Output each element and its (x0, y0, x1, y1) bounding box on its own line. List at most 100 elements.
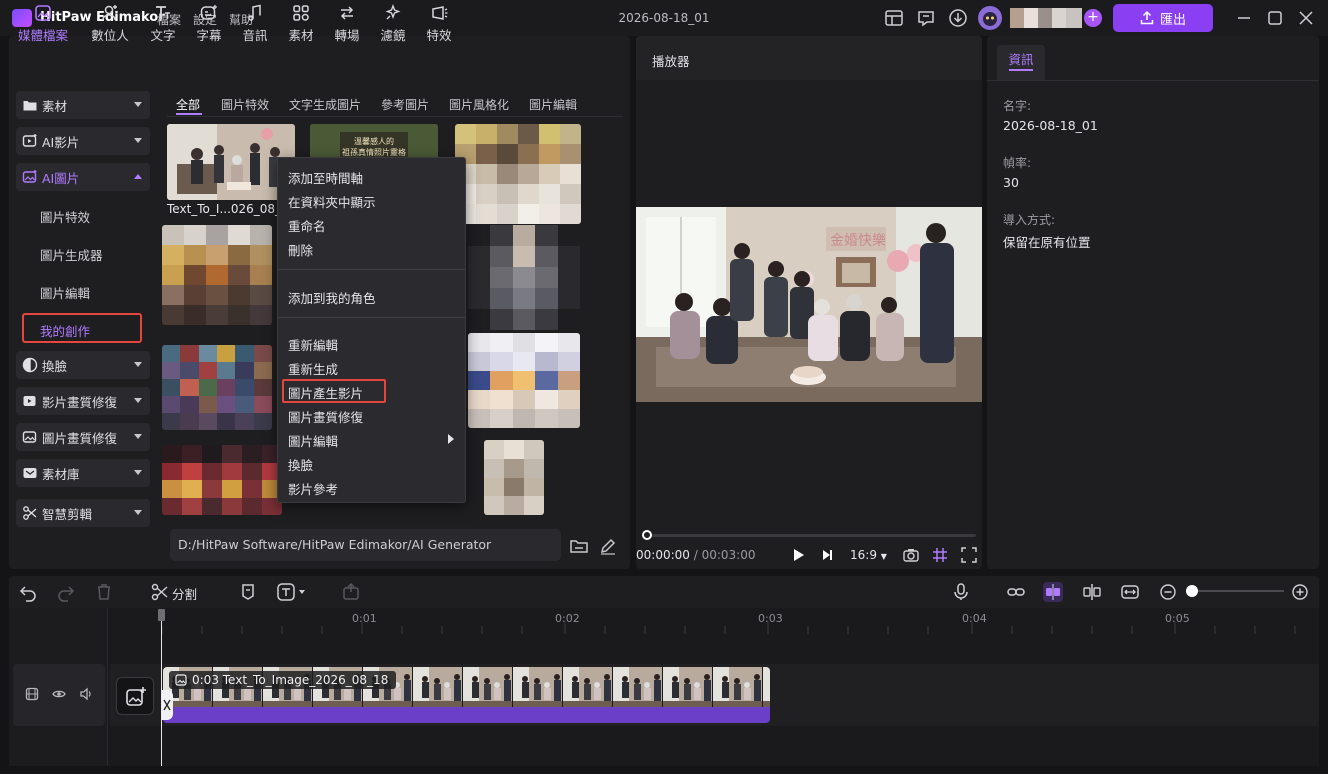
playback-progress-track[interactable] (646, 534, 976, 537)
ctx-image-to-video[interactable]: 圖片產生影片 (288, 383, 363, 402)
mosaic-cell (162, 345, 181, 362)
tab-all[interactable]: 全部 (176, 96, 200, 113)
tab-text-to-image[interactable]: 文字生成圖片 (289, 96, 361, 113)
media-thumbnail-blurred[interactable] (468, 333, 580, 428)
clip-trim-handle[interactable] (161, 690, 173, 720)
sidebar-sub-image-effects[interactable]: 圖片特效 (40, 207, 90, 226)
minimize-icon[interactable] (1234, 8, 1254, 28)
sidebar-item-materials[interactable]: 素材 (16, 91, 150, 119)
sidebar-item-image-enhance[interactable]: 圖片畫質修復 (16, 423, 150, 451)
zoom-in-icon[interactable] (1290, 582, 1310, 602)
microphone-icon[interactable] (951, 582, 971, 602)
timeline-clip[interactable]: 0:03 Text_To_Image_2026_08_18 (163, 667, 770, 723)
grid-icon[interactable] (931, 546, 949, 564)
sidebar-item-ai-image[interactable]: AI圖片 (16, 163, 150, 191)
media-thumbnail-blurred[interactable] (484, 440, 544, 515)
sidebar-item-video-enhance[interactable]: 影片畫質修復 (16, 387, 150, 415)
mosaic-cell (484, 477, 504, 497)
marker-icon[interactable] (238, 582, 258, 602)
ctx-add-to-timeline[interactable]: 添加至時間軸 (288, 168, 363, 187)
active-tab-indicator (176, 113, 202, 115)
tab-info[interactable]: 資訊 (997, 45, 1045, 81)
tab-image-effects[interactable]: 圖片特效 (221, 96, 269, 113)
export-clip-icon[interactable] (341, 582, 361, 602)
ctx-re-edit[interactable]: 重新編輯 (288, 335, 338, 354)
media-thumbnail-blurred[interactable] (162, 225, 272, 325)
add-media-button[interactable] (116, 677, 154, 715)
mosaic-cell (250, 265, 272, 285)
zoom-slider-track[interactable] (1186, 590, 1284, 592)
playback-progress-knob[interactable] (642, 530, 652, 540)
tool-assets[interactable]: 素材 (275, 4, 327, 44)
film-icon[interactable] (25, 687, 39, 701)
maximize-icon[interactable] (1265, 8, 1285, 28)
pixelated-preview (455, 124, 581, 224)
sidebar-item-ai-video[interactable]: AI影片 (16, 127, 150, 155)
sidebar-sub-image-edit[interactable]: 圖片編輯 (40, 283, 90, 302)
tool-effects[interactable]: 特效 (413, 4, 465, 44)
feedback-icon[interactable] (916, 8, 936, 28)
export-button[interactable]: 匯出 (1113, 4, 1213, 32)
close-icon[interactable] (1296, 8, 1316, 28)
fullscreen-icon[interactable] (960, 546, 978, 564)
ctx-show-in-folder[interactable]: 在資料夾中顯示 (288, 192, 376, 211)
ctx-regenerate[interactable]: 重新生成 (288, 359, 338, 378)
split-icon[interactable] (150, 582, 170, 602)
zoom-out-icon[interactable] (1158, 582, 1178, 602)
ctx-image-enhance[interactable]: 圖片畫質修復 (288, 407, 363, 426)
eye-icon[interactable] (52, 687, 66, 701)
undo-icon[interactable] (18, 582, 38, 602)
camera-icon[interactable] (902, 546, 920, 564)
split-label[interactable]: 分割 (172, 584, 197, 603)
tool-digital-human[interactable]: 數位人 (84, 4, 136, 44)
next-frame-icon[interactable] (818, 547, 836, 563)
tab-image-stylize[interactable]: 圖片風格化 (449, 96, 509, 113)
play-icon[interactable] (789, 547, 807, 563)
ctx-image-edit[interactable]: 圖片編輯 (288, 431, 338, 450)
tool-media[interactable]: 媒體檔案 (17, 4, 69, 44)
tool-text[interactable]: 文字 (137, 4, 189, 44)
sidebar-sub-image-generator[interactable]: 圖片生成器 (40, 245, 103, 264)
ctx-delete[interactable]: 刪除 (288, 240, 313, 259)
speaker-icon[interactable] (79, 687, 93, 701)
ctx-face-swap[interactable]: 換臉 (288, 455, 313, 474)
sidebar-sub-my-creations[interactable]: 我的創作 (40, 321, 90, 340)
mosaic-cell (476, 184, 497, 204)
tool-audio[interactable]: 音訊 (229, 4, 281, 44)
media-thumbnail[interactable] (167, 124, 295, 200)
media-thumbnail-blurred[interactable] (162, 445, 282, 515)
download-icon[interactable] (948, 8, 968, 28)
text-insert-icon[interactable] (276, 582, 310, 602)
open-folder-icon[interactable] (569, 536, 589, 556)
redo-icon[interactable] (56, 582, 76, 602)
split-track-icon[interactable] (1082, 582, 1102, 602)
layout-icon[interactable] (884, 8, 904, 28)
user-avatar[interactable] (978, 6, 1002, 30)
sidebar-item-smart-cut[interactable]: 智慧剪輯 (16, 499, 150, 527)
sidebar-item-asset-library[interactable]: 素材庫 (16, 459, 150, 487)
player-preview[interactable]: 金婚快樂 (636, 207, 982, 402)
ctx-video-reference[interactable]: 影片參考 (288, 479, 338, 498)
aspect-ratio-select[interactable]: 16:9 ▼ (850, 548, 887, 562)
add-account-button[interactable]: + (1084, 9, 1102, 27)
link-icon[interactable] (1006, 582, 1026, 602)
zoom-slider-knob[interactable] (1186, 585, 1198, 597)
ctx-add-to-my-characters[interactable]: 添加到我的角色 (288, 288, 376, 307)
playhead-handle[interactable] (158, 609, 165, 621)
ctx-rename[interactable]: 重命名 (288, 216, 326, 235)
sidebar-item-face-swap[interactable]: 換臉 (16, 351, 150, 379)
tool-filter[interactable]: 濾鏡 (367, 4, 419, 44)
media-thumbnail-blurred[interactable] (162, 345, 272, 430)
media-thumbnail-blurred[interactable] (455, 124, 581, 224)
delete-icon[interactable] (94, 582, 114, 602)
ai-track-icon[interactable] (1043, 582, 1063, 602)
edit-path-icon[interactable] (598, 536, 618, 556)
tab-reference-image[interactable]: 參考圖片 (381, 96, 429, 113)
tool-transition[interactable]: 轉場 (321, 4, 373, 44)
playhead[interactable] (161, 610, 162, 766)
tab-image-edit[interactable]: 圖片編輯 (529, 96, 577, 113)
timeline-ruler[interactable] (110, 608, 1319, 634)
fit-width-icon[interactable] (1120, 582, 1140, 602)
media-thumbnail-blurred[interactable] (468, 225, 580, 330)
tool-subtitle[interactable]: 字幕 (183, 4, 235, 44)
